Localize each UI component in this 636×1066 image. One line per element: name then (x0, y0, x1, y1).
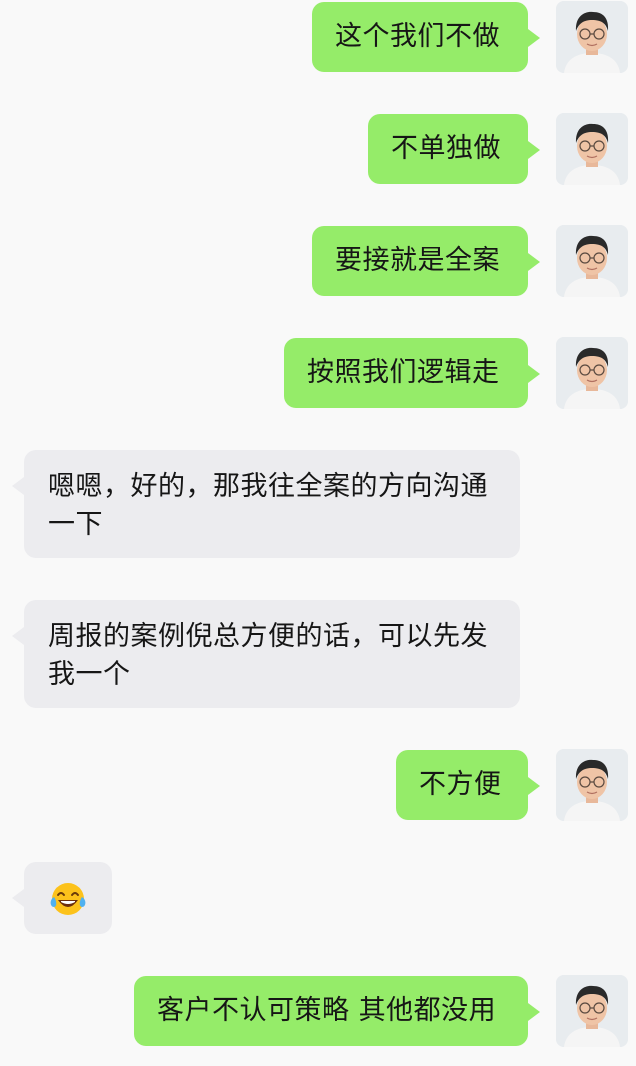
outgoing-message-bubble[interactable]: 要接就是全案 (312, 226, 540, 296)
outgoing-message-bubble[interactable]: 客户不认可策略 其他都没用 (134, 976, 540, 1046)
incoming-message-bubble[interactable]: 周报的案例倪总方便的话，可以先发我一个 (12, 600, 520, 708)
message-text: 客户不认可策略 其他都没用 (157, 995, 497, 1026)
user-avatar[interactable] (556, 1, 628, 73)
outgoing-message-bubble[interactable]: 这个我们不做 (312, 2, 540, 72)
outgoing-message-bubble[interactable]: 不单独做 (368, 114, 540, 184)
user-avatar[interactable] (556, 975, 628, 1047)
user-avatar[interactable] (556, 113, 628, 185)
incoming-message-bubble[interactable] (12, 862, 112, 934)
rolling-on-floor-laughing-tears-emoji (50, 882, 86, 915)
message-text: 要接就是全案 (335, 245, 500, 276)
message-text: 嗯嗯，好的，那我往全案的方向沟通一下 (48, 471, 488, 540)
user-avatar-icon (556, 1, 628, 73)
user-avatar-icon (556, 225, 628, 297)
incoming-message-bubble[interactable]: 嗯嗯，好的，那我往全案的方向沟通一下 (12, 450, 520, 558)
user-avatar-icon (556, 975, 628, 1047)
user-avatar[interactable] (556, 749, 628, 821)
message-text: 这个我们不做 (335, 21, 500, 52)
message-text: 不方便 (419, 769, 502, 800)
outgoing-message-bubble[interactable]: 不方便 (396, 750, 540, 820)
user-avatar-icon (556, 749, 628, 821)
message-text: 不单独做 (391, 133, 501, 164)
outgoing-message-bubble[interactable]: 按照我们逻辑走 (284, 338, 540, 408)
user-avatar[interactable] (556, 225, 628, 297)
message-text: 周报的案例倪总方便的话，可以先发我一个 (48, 621, 488, 690)
user-avatar-icon (556, 337, 628, 409)
user-avatar-icon (556, 113, 628, 185)
user-avatar[interactable] (556, 337, 628, 409)
message-text: 按照我们逻辑走 (307, 357, 500, 388)
chat-message-list: 这个我们不做 不单独做 要接就是全案 按照我们逻辑走 嗯嗯，好的，那我往全案的方… (0, 0, 636, 1066)
